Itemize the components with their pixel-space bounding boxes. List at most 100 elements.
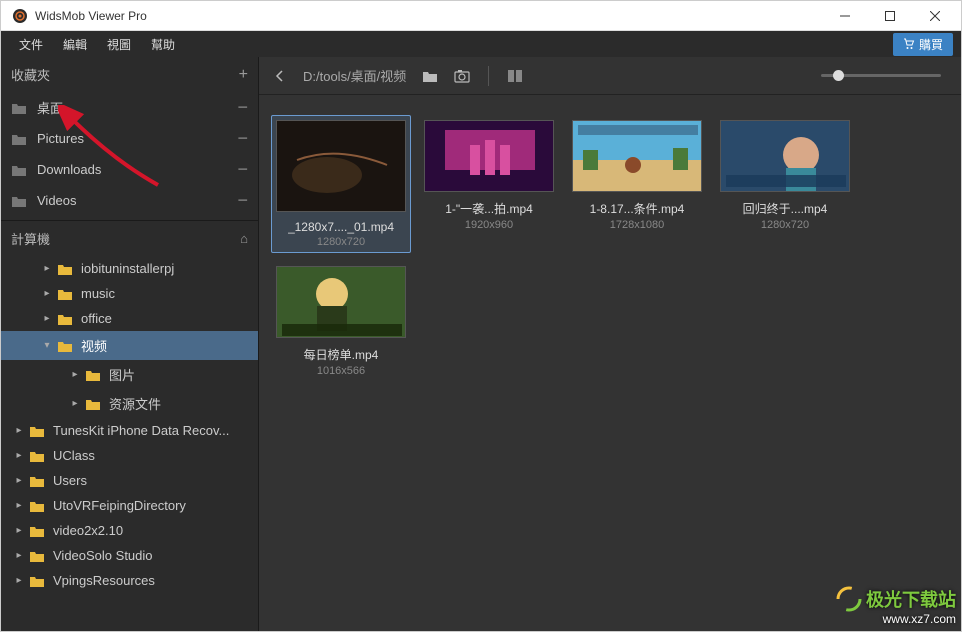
tree-item[interactable]: ▸UtoVRFeipingDirectory	[1, 493, 258, 518]
maximize-button[interactable]	[867, 1, 912, 30]
tree-item[interactable]: ▸video2x2.10	[1, 518, 258, 543]
thumbnail-card[interactable]: 回归终于....mp4 1280x720	[715, 115, 855, 253]
folder-icon	[57, 262, 73, 276]
window-controls	[822, 1, 957, 30]
remove-icon[interactable]: −	[237, 128, 248, 149]
titlebar: WidsMob Viewer Pro	[1, 1, 961, 31]
folder-icon	[29, 574, 45, 588]
expand-arrow-icon[interactable]: ▸	[41, 288, 53, 299]
thumbnail-filename: 1-"一袭...拍.mp4	[445, 200, 533, 217]
menu-item[interactable]: 視圖	[97, 32, 141, 57]
thumbnail-resolution: 1016x566	[317, 365, 365, 377]
expand-arrow-icon[interactable]: ▸	[69, 369, 81, 380]
sidebar: 收藏夾 + 桌面−Pictures−Downloads−Videos− 計算機 …	[1, 57, 259, 631]
thumbnail-image	[276, 120, 406, 212]
expand-arrow-icon[interactable]: ▸	[41, 313, 53, 324]
buy-button[interactable]: 購買	[893, 33, 953, 56]
folder-icon	[57, 287, 73, 301]
menu-item[interactable]: 文件	[9, 32, 53, 57]
expand-arrow-icon[interactable]: ▾	[41, 340, 53, 351]
folder-icon	[11, 163, 29, 177]
remove-icon[interactable]: −	[237, 97, 248, 118]
folder-icon	[29, 524, 45, 538]
view-grid-button[interactable]	[503, 65, 527, 87]
menu-item[interactable]: 編輯	[53, 32, 97, 57]
folder-icon	[29, 499, 45, 513]
breadcrumb[interactable]: D:/tools/桌面/视频	[303, 66, 406, 85]
favorite-item[interactable]: 桌面−	[1, 92, 258, 123]
tree-item[interactable]: ▸VideoSolo Studio	[1, 543, 258, 568]
folder-icon	[29, 424, 45, 438]
favorite-item[interactable]: Videos−	[1, 185, 258, 216]
folder-icon	[11, 132, 29, 146]
app-window: WidsMob Viewer Pro 文件編輯視圖幫助 購買 收藏夾 + 桌面−…	[0, 0, 962, 632]
thumbnail-grid: _1280x7...._01.mp41280x7201-"一袭...拍.mp41…	[259, 95, 961, 631]
thumbnail-card[interactable]: 1-"一袭...拍.mp4 1920x960	[419, 115, 559, 253]
toolbar: D:/tools/桌面/视频	[259, 57, 961, 95]
expand-arrow-icon[interactable]: ▸	[69, 398, 81, 409]
thumbnail-image	[572, 120, 702, 192]
menubar: 文件編輯視圖幫助 購買	[1, 31, 961, 57]
thumbnail-filename: 每日榜单.mp4	[304, 346, 379, 363]
menu-item[interactable]: 幫助	[141, 32, 185, 57]
thumbnail-resolution: 1280x720	[761, 219, 809, 231]
zoom-slider[interactable]	[821, 74, 941, 77]
expand-arrow-icon[interactable]: ▸	[13, 425, 25, 436]
folder-icon	[85, 368, 101, 382]
add-favorite-button[interactable]: +	[239, 66, 248, 84]
folder-icon	[29, 549, 45, 563]
divider	[488, 66, 489, 86]
expand-arrow-icon[interactable]: ▸	[41, 263, 53, 274]
camera-icon[interactable]	[450, 65, 474, 87]
thumbnail-resolution: 1728x1080	[610, 219, 664, 231]
tree-item[interactable]: ▸图片	[1, 360, 258, 389]
tree-item[interactable]: ▸iobituninstallerpj	[1, 256, 258, 281]
cart-icon	[903, 38, 915, 50]
thumbnail-card[interactable]: _1280x7...._01.mp4 1280x720	[271, 115, 411, 253]
tree-item[interactable]: ▸资源文件	[1, 389, 258, 418]
thumbnail-resolution: 1280x720	[317, 236, 365, 248]
thumbnail-filename: 1-8.17...条件.mp4	[590, 200, 685, 217]
thumbnail-card[interactable]: 每日榜单.mp4 1016x566	[271, 261, 411, 382]
expand-arrow-icon[interactable]: ▸	[13, 525, 25, 536]
folder-icon	[29, 474, 45, 488]
expand-arrow-icon[interactable]: ▸	[13, 500, 25, 511]
home-icon[interactable]: ⌂	[240, 231, 248, 246]
tree-item[interactable]: ▸office	[1, 306, 258, 331]
thumbnail-resolution: 1920x960	[465, 219, 513, 231]
expand-arrow-icon[interactable]: ▸	[13, 475, 25, 486]
tree-item[interactable]: ▸Users	[1, 468, 258, 493]
back-button[interactable]	[269, 65, 291, 87]
tree-item[interactable]: ▸VpingsResources	[1, 568, 258, 593]
expand-arrow-icon[interactable]: ▸	[13, 575, 25, 586]
folder-icon	[85, 397, 101, 411]
close-button[interactable]	[912, 1, 957, 30]
thumbnail-image	[720, 120, 850, 192]
folder-icon	[29, 449, 45, 463]
thumbnail-filename: _1280x7...._01.mp4	[288, 220, 394, 234]
folder-icon	[11, 101, 29, 115]
favorites-header: 收藏夾 +	[1, 57, 258, 92]
window-title: WidsMob Viewer Pro	[35, 9, 822, 23]
remove-icon[interactable]: −	[237, 159, 248, 180]
folder-icon	[57, 339, 73, 353]
tree-item[interactable]: ▸UClass	[1, 443, 258, 468]
folder-icon[interactable]	[418, 65, 442, 87]
expand-arrow-icon[interactable]: ▸	[13, 450, 25, 461]
tree-item[interactable]: ▸music	[1, 281, 258, 306]
tree-item[interactable]: ▾视频	[1, 331, 258, 360]
thumbnail-card[interactable]: 1-8.17...条件.mp4 1728x1080	[567, 115, 707, 253]
computer-header: 計算機 ⌂	[1, 220, 258, 256]
folder-icon	[11, 194, 29, 208]
thumbnail-filename: 回归终于....mp4	[743, 200, 828, 217]
tree-item[interactable]: ▸TunesKit iPhone Data Recov...	[1, 418, 258, 443]
favorite-item[interactable]: Pictures−	[1, 123, 258, 154]
folder-icon	[57, 312, 73, 326]
favorite-item[interactable]: Downloads−	[1, 154, 258, 185]
app-logo-icon	[11, 7, 29, 25]
minimize-button[interactable]	[822, 1, 867, 30]
expand-arrow-icon[interactable]: ▸	[13, 550, 25, 561]
thumbnail-image	[424, 120, 554, 192]
remove-icon[interactable]: −	[237, 190, 248, 211]
main-panel: D:/tools/桌面/视频 _1280x7...._01.mp4 1280x72…	[259, 57, 961, 631]
